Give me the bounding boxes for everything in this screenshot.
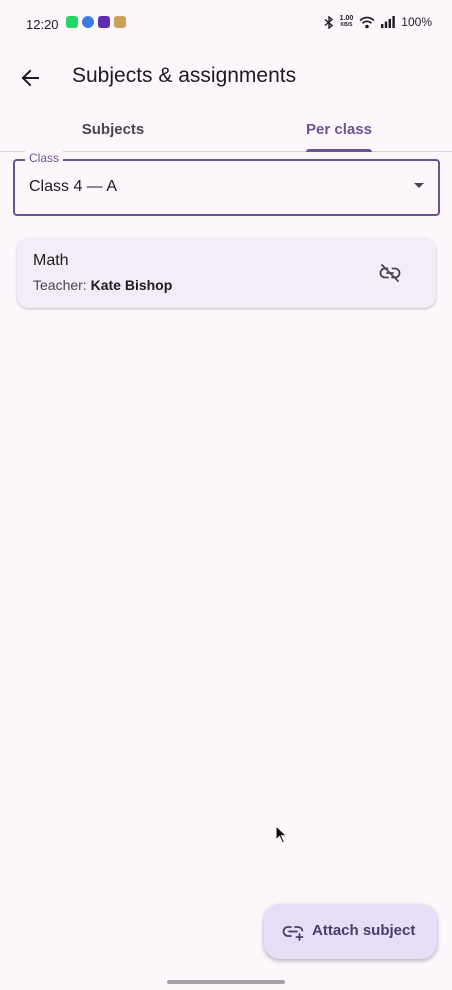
wifi-icon: [359, 16, 375, 28]
class-dropdown[interactable]: Class Class 4 — A: [13, 151, 440, 216]
page-title: Subjects & assignments: [72, 64, 297, 87]
link-off-icon: [379, 264, 401, 282]
dropdown-arrow-icon: [414, 183, 424, 188]
class-field-value: Class 4 — A: [29, 178, 118, 195]
notification-icons: [66, 16, 126, 28]
teacher-line: Teacher: Kate Bishop: [33, 277, 172, 293]
back-button[interactable]: [8, 56, 52, 100]
class-field-label: Class: [25, 151, 64, 165]
signal-icon: [381, 16, 396, 28]
tab-bar: Subjects Per class: [0, 108, 452, 152]
app-bar: Subjects & assignments: [0, 48, 452, 108]
subject-name: Math: [33, 252, 69, 269]
status-time: 12:20: [26, 17, 59, 32]
tab-subjects-label: Subjects: [81, 121, 145, 138]
mouse-cursor-icon: [275, 825, 288, 844]
add-link-icon: [282, 926, 304, 941]
tab-per-class-label: Per class: [306, 121, 372, 138]
status-right: 1.00 KB/S 100%: [324, 15, 432, 29]
subject-card: Math Teacher: Kate Bishop: [17, 238, 436, 308]
detach-subject-button[interactable]: [370, 253, 410, 293]
gesture-navigation-bar[interactable]: [167, 980, 285, 984]
tab-per-class[interactable]: Per class: [226, 108, 452, 152]
app-box-icon: [114, 16, 126, 28]
battery-level: 100%: [401, 15, 432, 29]
attach-subject-label: Attach subject: [312, 922, 416, 939]
teacher-name: Kate Bishop: [90, 277, 173, 293]
attach-subject-button[interactable]: Attach subject: [264, 904, 437, 959]
tab-indicator: [306, 149, 372, 152]
bluetooth-icon: [324, 15, 333, 29]
app-purple-icon: [98, 16, 110, 28]
app-check-icon: [82, 16, 94, 28]
status-bar: 12:20 1.00 KB/S 100%: [0, 0, 452, 48]
tab-subjects[interactable]: Subjects: [0, 108, 226, 151]
teacher-prefix: Teacher:: [33, 277, 87, 293]
arrow-back-icon: [21, 69, 39, 87]
network-speed: 1.00 KB/S: [339, 15, 354, 28]
whatsapp-icon: [66, 16, 78, 28]
